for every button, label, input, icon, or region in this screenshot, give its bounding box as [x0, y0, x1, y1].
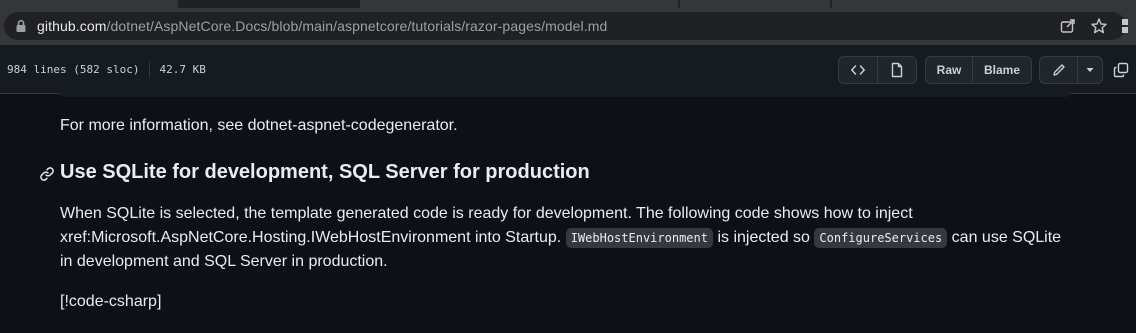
inline-code: IWebHostEnvironment: [565, 228, 713, 248]
browser-tab-strip: [0, 0, 1136, 8]
copy-button[interactable]: [1107, 56, 1135, 84]
section-heading: Use SQLite for development, SQL Server f…: [60, 161, 590, 183]
share-icon[interactable]: [1059, 17, 1077, 35]
edit-dropdown-button[interactable]: [1077, 56, 1103, 84]
preview-view-button[interactable]: [877, 56, 917, 84]
inline-code: ConfigureServices: [814, 228, 948, 248]
copy-icon: [1113, 62, 1129, 78]
code-view-button[interactable]: [838, 56, 878, 84]
address-bar[interactable]: github.com/dotnet/AspNetCore.Docs/blob/m…: [4, 12, 1128, 40]
intro-paragraph: For more information, see dotnet-aspnet-…: [60, 117, 458, 134]
edit-button[interactable]: [1039, 56, 1078, 84]
browser-tab[interactable]: [680, 0, 830, 8]
browser-tab[interactable]: [360, 0, 678, 8]
line-count: 984 lines (582 sloc): [7, 63, 140, 76]
raw-button[interactable]: Raw: [925, 56, 973, 84]
lock-icon[interactable]: [14, 19, 28, 33]
xref-text: xref:Microsoft.AspNetCore.Hosting.IWebHo…: [60, 229, 562, 246]
url-text[interactable]: github.com/dotnet/AspNetCore.Docs/blob/m…: [37, 18, 607, 34]
body-text: can use SQLite: [951, 229, 1062, 246]
extension-icon[interactable]: [1120, 16, 1130, 36]
body-line-2: xref:Microsoft.AspNetCore.Hosting.IWebHo…: [60, 226, 1061, 250]
pencil-icon: [1052, 64, 1065, 76]
link-icon[interactable]: [38, 165, 56, 183]
code-icon: [851, 65, 865, 75]
blame-button[interactable]: Blame: [972, 56, 1032, 84]
file-size: 42.7 KB: [159, 63, 206, 76]
browser-toolbar: github.com/dotnet/AspNetCore.Docs/blob/m…: [0, 8, 1136, 45]
url-host: github.com: [37, 18, 107, 34]
code-reference: [!code-csharp]: [60, 293, 162, 310]
body-text: is injected so: [717, 229, 810, 246]
code-block-bottom: [60, 93, 1070, 97]
file-icon: [891, 62, 903, 78]
file-info: 984 lines (582 sloc) 42.7 KB: [7, 62, 206, 78]
file-header: 984 lines (582 sloc) 42.7 KB Raw Blame: [0, 45, 1136, 94]
body-line-3: in development and SQL Server in product…: [60, 253, 388, 270]
body-line-1: When SQLite is selected, the template ge…: [60, 205, 913, 222]
star-icon[interactable]: [1090, 17, 1108, 35]
browser-tab[interactable]: [0, 0, 178, 8]
triangle-down-icon: [1086, 68, 1094, 72]
divider: [149, 62, 151, 78]
browser-tab[interactable]: [832, 0, 1136, 8]
url-path: /dotnet/AspNetCore.Docs/blob/main/aspnet…: [106, 18, 608, 34]
